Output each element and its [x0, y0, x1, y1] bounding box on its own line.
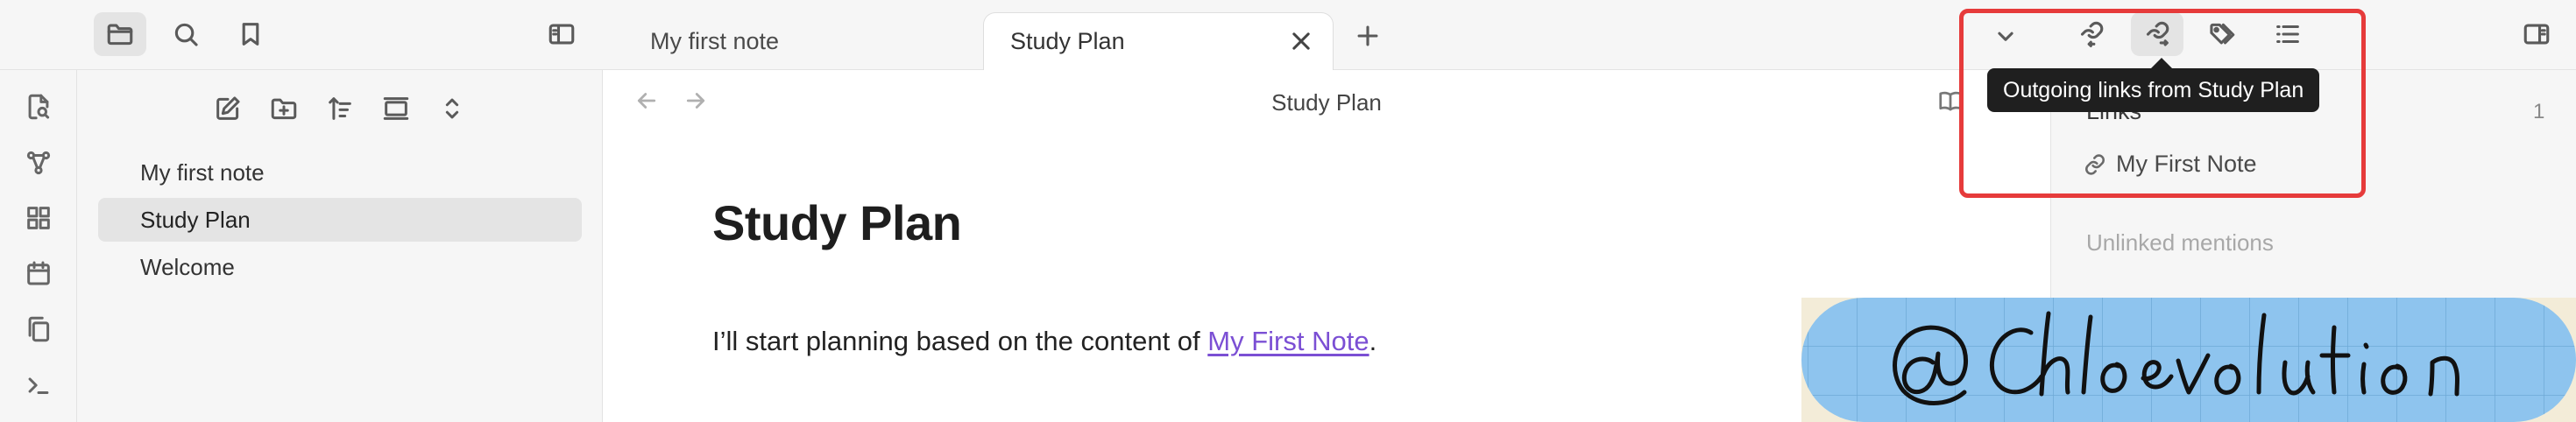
- chevrons-up-down-icon: [445, 98, 459, 119]
- file-item-study-plan[interactable]: Study Plan: [98, 198, 582, 242]
- terminal-icon: [28, 377, 49, 394]
- templates-button[interactable]: [19, 310, 58, 348]
- bookmarks-button[interactable]: [224, 12, 277, 56]
- unlinked-mentions-heading[interactable]: Unlinked mentions: [2086, 229, 2274, 257]
- new-note-button[interactable]: [209, 89, 247, 128]
- copy-icon: [28, 316, 50, 342]
- close-tab-button[interactable]: [1289, 29, 1313, 53]
- note-heading[interactable]: Study Plan: [712, 194, 962, 251]
- new-tab-button[interactable]: [1341, 14, 1394, 58]
- book-open-icon: [1939, 91, 1962, 111]
- toggle-left-sidebar-button[interactable]: [535, 12, 588, 56]
- outgoing-links-icon: [2146, 21, 2169, 46]
- title-bar: My first note Study Plan: [0, 0, 2576, 70]
- view-header-title[interactable]: Study Plan: [604, 89, 2049, 116]
- files-view-button[interactable]: [94, 12, 146, 56]
- folder-icon: [107, 24, 133, 46]
- plus-icon: [1357, 25, 1378, 46]
- sort-button[interactable]: [321, 89, 359, 128]
- folder-plus-icon: [271, 98, 297, 120]
- daily-note-button[interactable]: [19, 254, 58, 292]
- search-button[interactable]: [159, 12, 212, 56]
- calendar-icon: [27, 261, 50, 285]
- backlinks-tab-button[interactable]: [2065, 12, 2118, 56]
- tooltip-text: Outgoing links from Study Plan: [2003, 77, 2304, 102]
- outline-tab-button[interactable]: [2261, 12, 2314, 56]
- paragraph-end: .: [1369, 326, 1377, 356]
- tags-tab-button[interactable]: [2196, 12, 2248, 56]
- canvas-button[interactable]: [19, 199, 58, 237]
- link-icon: [2085, 153, 2105, 175]
- command-palette-button[interactable]: [19, 366, 58, 404]
- tab-label: My first note: [650, 27, 780, 54]
- tab-label: Study Plan: [1010, 28, 1125, 54]
- chevron-down-icon: [1998, 32, 2013, 41]
- reading-view-button[interactable]: [1937, 88, 1972, 123]
- sidebar-right-icon: [2523, 24, 2550, 45]
- reveal-icon: [383, 97, 409, 120]
- outgoing-link-label: My First Note: [2116, 151, 2257, 177]
- file-search-icon: [28, 94, 50, 120]
- edit-icon: [216, 96, 240, 120]
- tab-my-first-note[interactable]: My first note: [624, 12, 974, 70]
- auto-reveal-button[interactable]: [377, 89, 415, 128]
- grid-icon: [27, 207, 50, 229]
- sidebar-left-icon: [548, 24, 575, 45]
- watermark-logo: [1801, 298, 2576, 422]
- links-count: 1: [2533, 100, 2545, 123]
- bookmark-icon: [242, 23, 259, 46]
- toggle-right-sidebar-button[interactable]: [2510, 12, 2563, 56]
- file-label: Study Plan: [140, 206, 251, 233]
- file-explorer: My first note Study Plan Welcome: [77, 70, 603, 422]
- tags-icon: [2210, 23, 2235, 45]
- file-item-welcome[interactable]: Welcome: [98, 245, 582, 289]
- new-folder-button[interactable]: [265, 89, 303, 128]
- tab-study-plan[interactable]: Study Plan: [983, 12, 1334, 70]
- file-item-my-first-note[interactable]: My first note: [98, 151, 582, 194]
- file-label: Welcome: [140, 253, 235, 280]
- list-icon: [2276, 25, 2299, 44]
- collapse-all-button[interactable]: [433, 89, 471, 128]
- close-icon: [1292, 32, 1310, 50]
- tooltip: Outgoing links from Study Plan: [1987, 68, 2320, 112]
- graph-icon: [26, 151, 51, 175]
- file-label: My first note: [140, 158, 265, 186]
- paragraph-text: I’ll start planning based on the content…: [712, 326, 1208, 356]
- tooltip-arrow: [2151, 58, 2172, 68]
- quick-switcher-button[interactable]: [19, 88, 58, 126]
- search-icon: [174, 23, 198, 46]
- backlinks-icon: [2080, 21, 2104, 48]
- left-ribbon: [0, 70, 77, 422]
- sort-icon: [329, 97, 351, 120]
- outgoing-link-item[interactable]: My First Note: [2083, 151, 2257, 178]
- tab-list-dropdown[interactable]: [1979, 14, 2032, 58]
- graph-view-button[interactable]: [19, 144, 58, 182]
- internal-link-my-first-note[interactable]: My First Note: [1207, 326, 1369, 356]
- outgoing-links-tab-button[interactable]: [2131, 12, 2183, 56]
- note-paragraph[interactable]: I’ll start planning based on the content…: [712, 326, 1376, 357]
